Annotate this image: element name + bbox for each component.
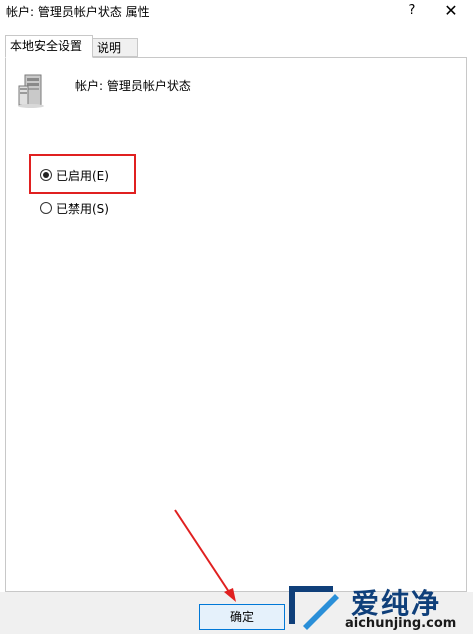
tab-explain[interactable]: 说明: [92, 38, 138, 57]
radio-enabled[interactable]: 已启用(E): [40, 166, 109, 184]
tab-panel: [5, 57, 467, 592]
radio-disabled[interactable]: 已禁用(S): [40, 199, 109, 217]
help-button[interactable]: ?: [404, 0, 420, 22]
server-icon: [18, 74, 44, 108]
tab-local-security-setting[interactable]: 本地安全设置: [5, 35, 93, 58]
close-button[interactable]: ✕: [440, 0, 462, 22]
window-title: 帐户: 管理员帐户状态 属性: [6, 5, 150, 19]
policy-name: 帐户: 管理员帐户状态: [75, 79, 191, 93]
watermark-logo-icon: [289, 586, 339, 630]
radio-disabled-button[interactable]: [40, 202, 52, 214]
ok-button[interactable]: 确定: [199, 604, 285, 630]
radio-enabled-button[interactable]: [40, 169, 52, 181]
title-bar: 帐户: 管理员帐户状态 属性 ? ✕: [0, 0, 473, 22]
watermark-url: aichunjing.com: [345, 616, 457, 631]
radio-disabled-label[interactable]: 已禁用(S): [56, 200, 109, 217]
watermark: 爱纯净 aichunjing.com: [283, 580, 473, 634]
radio-enabled-label[interactable]: 已启用(E): [56, 167, 109, 184]
